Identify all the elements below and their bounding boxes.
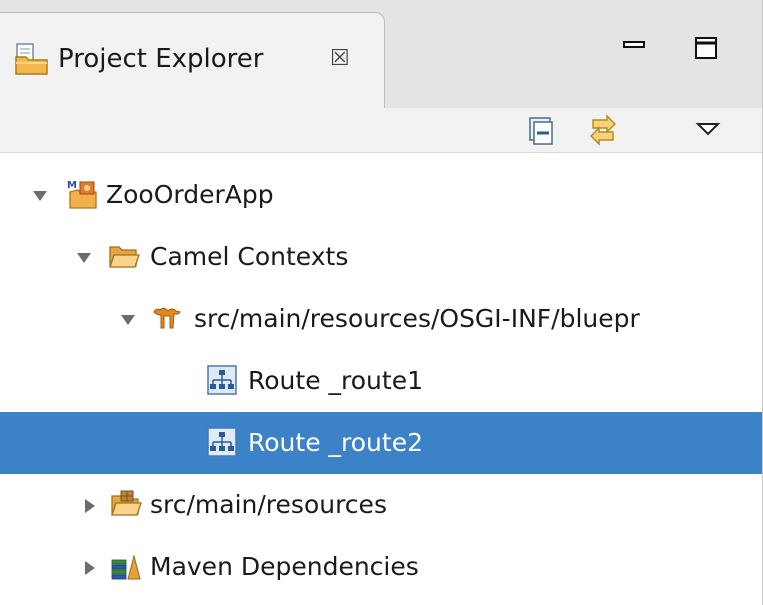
view-toolbar	[0, 108, 762, 153]
tree-item-label: Camel Contexts	[150, 242, 349, 271]
tree-item-zooorderapp[interactable]: M ZooOrderApp	[0, 164, 762, 226]
expanded-chevron-icon[interactable]	[32, 188, 48, 204]
tree-item-route2-selected[interactable]: Route _route2	[0, 412, 762, 474]
tab-project-explorer[interactable]: Project Explorer ☒	[0, 12, 385, 108]
svg-text:M: M	[67, 180, 77, 191]
tree-item-blueprint-xml[interactable]: src/main/resources/OSGI-INF/bluepr	[0, 288, 762, 350]
tree-item-label: src/main/resources	[150, 490, 387, 519]
project-explorer-view: Project Explorer ☒ M ZooOrderApp Camel C…	[0, 0, 763, 605]
tree-item-label: src/main/resources/OSGI-INF/bluepr	[194, 304, 640, 333]
minimize-icon[interactable]	[622, 36, 646, 60]
tree-item-label: Maven Dependencies	[150, 552, 419, 581]
collapsed-chevron-icon[interactable]	[82, 560, 98, 576]
maven-project-icon: M	[66, 178, 98, 210]
expanded-chevron-icon[interactable]	[120, 312, 136, 328]
tree-item-label: ZooOrderApp	[106, 180, 274, 209]
view-menu-chevron-icon[interactable]	[690, 112, 726, 148]
tree-item-label: Route _route2	[248, 428, 423, 457]
camel-icon	[152, 302, 184, 334]
collapsed-chevron-icon[interactable]	[82, 498, 98, 514]
tree-item-camel-contexts[interactable]: Camel Contexts	[0, 226, 762, 288]
project-explorer-folder-icon	[14, 41, 50, 77]
collapse-all-icon[interactable]	[522, 112, 558, 148]
tree-item-maven-dependencies[interactable]: Maven Dependencies	[0, 536, 762, 598]
view-tab-bar: Project Explorer ☒	[0, 0, 762, 109]
tree-item-src-main-resources[interactable]: src/main/resources	[0, 474, 762, 536]
view-title: Project Explorer	[58, 44, 264, 74]
route-icon	[206, 426, 238, 458]
tree-item-route1[interactable]: Route _route1	[0, 350, 762, 412]
project-tree[interactable]: M ZooOrderApp Camel Contexts src/main/re…	[0, 164, 762, 605]
open-folder-icon	[108, 240, 140, 272]
maximize-icon[interactable]	[694, 36, 718, 60]
tree-item-label: Route _route1	[248, 366, 423, 395]
route-icon	[206, 364, 238, 396]
expanded-chevron-icon[interactable]	[76, 250, 92, 266]
close-icon[interactable]: ☒	[330, 43, 350, 75]
library-icon	[110, 550, 142, 582]
source-folder-icon	[110, 488, 142, 520]
link-with-editor-icon[interactable]	[585, 112, 621, 148]
